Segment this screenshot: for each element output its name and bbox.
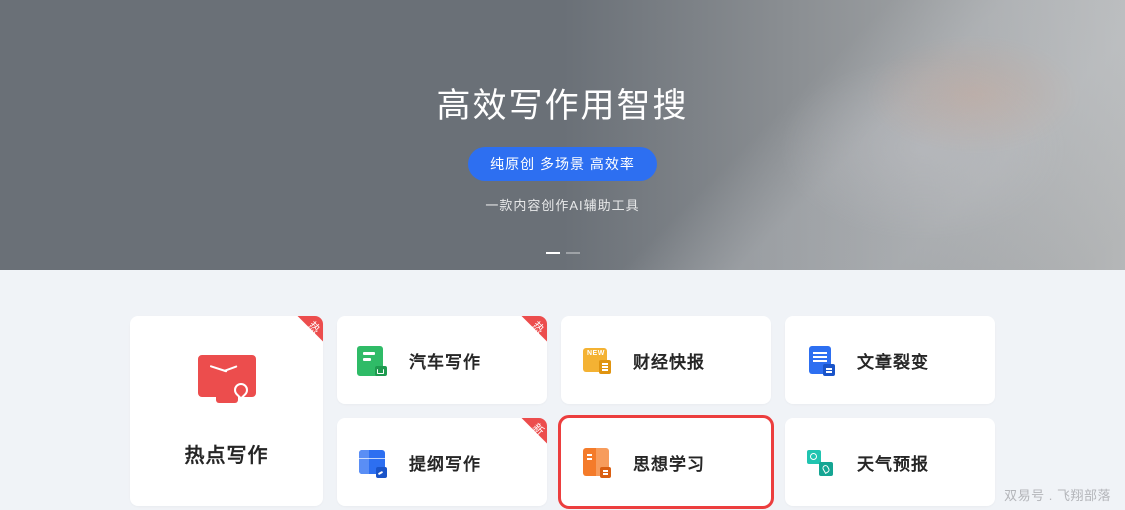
badge-hot: 热: [511, 316, 547, 352]
car-icon: [355, 342, 391, 378]
card-label: 天气预报: [857, 450, 929, 475]
outline-icon: [355, 444, 391, 480]
featured-card-label: 热点写作: [185, 439, 269, 468]
watermark: 双易号 . 飞翔部落: [1004, 485, 1111, 504]
hero-pill: 纯原创 多场景 高效率: [468, 147, 657, 181]
card-label: 思想学习: [633, 450, 705, 475]
document-icon: [803, 342, 839, 378]
card-weather-forecast[interactable]: 天气预报: [785, 418, 995, 506]
card-thought-learning[interactable]: 思想学习: [561, 418, 771, 506]
badge-new: 新: [511, 418, 547, 454]
card-label: 汽车写作: [409, 348, 481, 373]
card-car-writing[interactable]: 热 汽车写作: [337, 316, 547, 404]
carousel-dot[interactable]: [546, 252, 560, 254]
hero-title: 高效写作用智搜: [437, 78, 689, 127]
card-label: 提纲写作: [409, 450, 481, 475]
carousel-dot[interactable]: [566, 252, 580, 254]
featured-card-hotspot[interactable]: 热 热点写作: [130, 316, 323, 506]
card-outline-writing[interactable]: 新 提纲写作: [337, 418, 547, 506]
card-finance-news[interactable]: NEW 财经快报: [561, 316, 771, 404]
card-label: 财经快报: [633, 348, 705, 373]
card-article-split[interactable]: 文章裂变: [785, 316, 995, 404]
finance-icon: NEW: [579, 342, 615, 378]
carousel-dots[interactable]: [546, 252, 580, 254]
badge-hot: 热: [287, 316, 323, 352]
category-grid: 热 热点写作 热 汽车写作 NEW 财经快报 文章裂变: [0, 270, 1125, 506]
book-icon: [579, 444, 615, 480]
weather-icon: [803, 444, 839, 480]
hotspot-icon: [198, 355, 256, 405]
hero-banner: 高效写作用智搜 纯原创 多场景 高效率 一款内容创作AI辅助工具: [0, 0, 1125, 270]
card-label: 文章裂变: [857, 348, 929, 373]
hero-subtitle: 一款内容创作AI辅助工具: [485, 195, 639, 214]
